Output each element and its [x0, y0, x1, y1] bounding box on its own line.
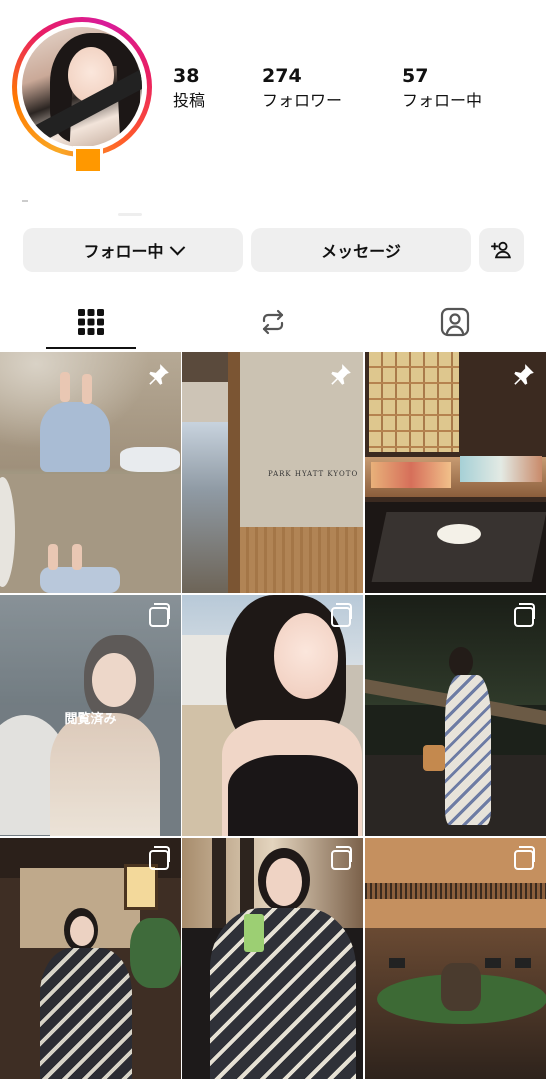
post-tile[interactable] [365, 838, 546, 1079]
post-tile[interactable]: PARK HYATT KYOTO [182, 352, 363, 593]
following-button[interactable]: フォロー中 [23, 228, 243, 272]
message-button-label: メッセージ [321, 242, 401, 261]
followers-stat[interactable]: 274 フォロワー [262, 66, 342, 114]
pin-icon [331, 364, 351, 385]
following-label: フォロー中 [402, 91, 483, 110]
avatar[interactable] [22, 27, 142, 147]
posts-label: 投稿 [173, 91, 206, 110]
chevron-down-icon [169, 239, 185, 255]
post-tile[interactable] [365, 595, 546, 836]
add-user-button[interactable] [479, 228, 524, 272]
tab-grid[interactable] [46, 296, 136, 348]
avatar-story-ring[interactable] [12, 17, 152, 157]
carousel-icon [514, 846, 535, 870]
pin-icon [149, 364, 169, 385]
tab-tagged[interactable] [410, 296, 500, 348]
followers-count: 274 [262, 65, 302, 87]
carousel-icon [331, 603, 352, 627]
add-person-icon [490, 241, 511, 259]
pin-icon [514, 364, 534, 385]
bio-fragment [22, 200, 28, 202]
grid-icon [78, 309, 104, 335]
post-tile[interactable]: 閲覧済み [0, 595, 181, 836]
post-tile[interactable] [0, 838, 181, 1079]
carousel-icon [331, 846, 352, 870]
following-button-label: フォロー中 [83, 242, 164, 261]
following-count: 57 [402, 65, 429, 87]
posts-count: 38 [173, 65, 200, 87]
carousel-icon [514, 603, 535, 627]
message-button[interactable]: メッセージ [251, 228, 471, 272]
following-stat[interactable]: 57 フォロー中 [402, 66, 482, 114]
tagged-person-icon [440, 307, 470, 337]
bio-fragment [118, 213, 142, 216]
post-tile[interactable] [365, 352, 546, 593]
post-tile[interactable] [182, 595, 363, 836]
tab-selected-indicator [46, 347, 136, 349]
status-dot-icon [73, 146, 103, 174]
carousel-icon [149, 603, 170, 627]
repost-icon [262, 309, 284, 335]
post-tile[interactable] [182, 838, 363, 1079]
carousel-icon [149, 846, 170, 870]
post-tile[interactable] [0, 352, 181, 593]
seen-label: 閲覧済み [64, 712, 117, 727]
post-caption-text: PARK HYATT KYOTO [268, 470, 359, 478]
followers-label: フォロワー [262, 91, 343, 110]
posts-stat[interactable]: 38 投稿 [173, 66, 205, 114]
tab-reposts[interactable] [228, 296, 318, 348]
